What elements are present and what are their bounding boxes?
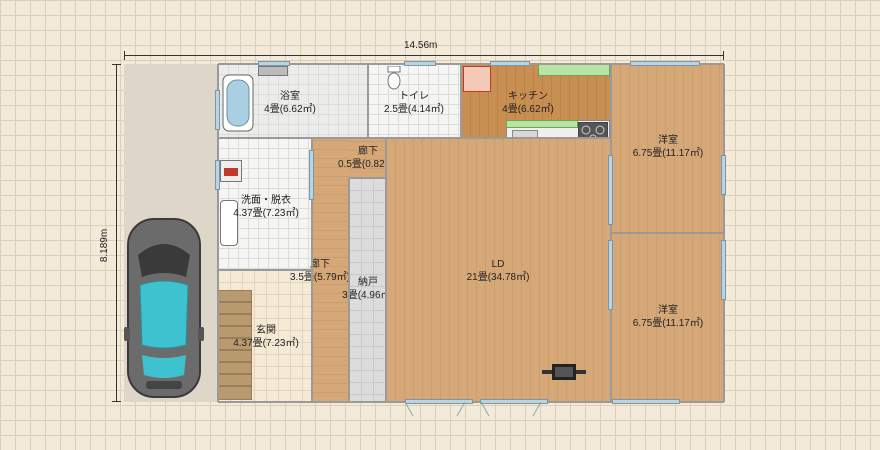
window-wash-left [215, 160, 220, 190]
room-washroom-name: 洗面・脱衣 [241, 195, 291, 206]
car-icon [124, 215, 204, 401]
room-ld-label: LD 21畳(34.78㎡) [467, 258, 530, 284]
window-corridor-side [309, 150, 314, 200]
kitchen-upper-counter [538, 64, 610, 76]
window-bath-left [215, 90, 220, 130]
room-bath-area: 4畳(6.62㎡) [264, 104, 316, 115]
depth-dimension-label: 8.189m [99, 228, 111, 263]
room-corridor-label: 廊下 3.5畳(5.79㎡) [290, 258, 350, 284]
window-toilet-top [404, 61, 436, 66]
width-dimension-tick-left [124, 51, 125, 60]
room-kitchen-area: 4畳(6.62㎡) [502, 104, 554, 115]
room-west-bottom-name: 洋室 [658, 305, 678, 316]
window-west-bottom-floor [612, 399, 680, 404]
room-west-top-label: 洋室 6.75畳(11.17㎡) [633, 134, 703, 160]
room-ld-area: 21畳(34.78㎡) [466, 272, 530, 283]
room-entrance-name: 玄関 [256, 325, 276, 336]
width-dimension-line [124, 55, 724, 56]
wall-storage-left [348, 178, 350, 402]
room-west-top-area: 6.75畳(11.17㎡) [632, 148, 704, 159]
wall-toilet-kitchen [460, 64, 462, 138]
window-west-top [630, 61, 700, 66]
ld-door-swings [404, 401, 551, 418]
window-kitchen-top [490, 61, 530, 66]
room-entrance-label: 玄関 4.37畳(7.23㎡) [233, 324, 299, 350]
room-toilet-label: トイレ 2.5畳(4.14㎡) [384, 90, 444, 116]
room-toilet-name: トイレ [399, 91, 429, 102]
room-kitchen-label: キッチン 4畳(6.62㎡) [502, 90, 554, 116]
room-kitchen-name: キッチン [508, 91, 548, 102]
kitchen-counter-trim [506, 120, 578, 128]
depth-dimension-tick-bottom [112, 401, 121, 402]
window-bath-top [258, 61, 290, 66]
wall-bath-toilet [367, 64, 369, 138]
window-west-left-bottom [608, 240, 613, 310]
fridge-icon [463, 66, 491, 92]
tv-icon [542, 364, 586, 380]
wall-bath-bottom [218, 137, 611, 139]
bathtub-icon [222, 74, 254, 132]
width-dimension-tick-right [723, 51, 724, 60]
wall-storage-top [349, 177, 386, 179]
room-washroom-area: 4.37畳(7.23㎡) [233, 208, 299, 219]
room-bath-label: 浴室 4畳(6.62㎡) [264, 90, 316, 116]
room-west-bottom-area: 6.75畳(11.17㎡) [632, 318, 704, 329]
room-west-top-name: 洋室 [658, 135, 678, 146]
window-west-left-top [608, 155, 613, 225]
room-corridor-area: 3.5畳(5.79㎡) [289, 272, 351, 283]
window-west-bottom-right [721, 240, 726, 300]
toilet-icon [386, 65, 402, 90]
room-ld-name: LD [491, 259, 505, 270]
shower-icon [258, 66, 288, 76]
room-washroom-label: 洗面・脱衣 4.37畳(7.23㎡) [233, 194, 299, 220]
depth-dimension-line [116, 64, 117, 402]
room-bath-name: 浴室 [280, 91, 300, 102]
washing-machine-detail [224, 168, 238, 176]
window-west-top-right [721, 155, 726, 195]
wall-west-divider [611, 232, 724, 234]
depth-dimension-tick-top [112, 64, 121, 65]
width-dimension-label: 14.56m [404, 40, 438, 51]
wall-wash-entrance [218, 269, 312, 271]
room-west-bottom-label: 洋室 6.75畳(11.17㎡) [633, 304, 703, 330]
room-entrance-area: 4.37畳(7.23㎡) [233, 338, 299, 349]
room-toilet-area: 2.5畳(4.14㎡) [383, 104, 445, 115]
